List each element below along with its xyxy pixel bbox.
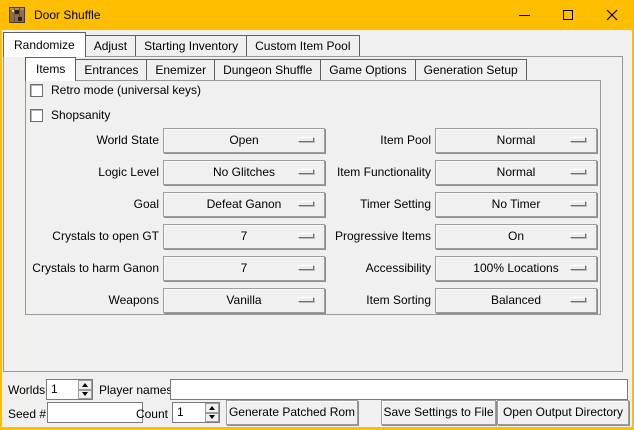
dropdown-indicator-icon <box>570 201 586 206</box>
arrow-down-icon <box>82 392 88 396</box>
tab-label: Randomize <box>14 38 75 52</box>
retro-mode-checkbox-row[interactable]: Retro mode (universal keys) <box>30 83 201 97</box>
minimize-icon <box>519 15 530 16</box>
seed-input[interactable] <box>47 402 143 423</box>
subtab-enemizer[interactable]: Enemizer <box>146 59 215 80</box>
count-spin-down-button[interactable] <box>205 413 219 423</box>
door-shuffle-window: Door Shuffle Randomize Adjust Starting I… <box>0 0 634 430</box>
progressive-items-dropdown[interactable]: On <box>435 224 597 249</box>
tab-label: Custom Item Pool <box>255 39 350 53</box>
dropdown-indicator-icon <box>570 297 586 302</box>
subtab-generation-setup[interactable]: Generation Setup <box>415 59 527 80</box>
world-state-label: World State <box>12 128 159 153</box>
maximize-button[interactable] <box>546 0 590 30</box>
close-icon <box>606 9 618 21</box>
maximize-icon <box>563 10 573 20</box>
count-spin-up-button[interactable] <box>205 403 219 413</box>
player-names-label: Player names <box>99 383 172 397</box>
item-pool-dropdown[interactable]: Normal <box>435 128 597 153</box>
tab-label: Entrances <box>84 63 138 77</box>
count-spinbox[interactable]: 1 <box>172 402 220 423</box>
worlds-value: 1 <box>51 380 58 399</box>
open-output-directory-button[interactable]: Open Output Directory <box>497 400 629 425</box>
dropdown-indicator-icon <box>570 169 586 174</box>
retro-mode-checkbox[interactable] <box>30 84 43 97</box>
tab-label: Dungeon Shuffle <box>223 63 312 77</box>
worlds-label: Worlds <box>8 383 45 397</box>
worlds-spin-buttons <box>78 380 92 399</box>
item-functionality-label: Item Functionality <box>300 160 431 185</box>
arrow-up-icon <box>82 383 88 387</box>
tab-adjust[interactable]: Adjust <box>85 35 136 56</box>
sub-tab-bar: Items Entrances Enemizer Dungeon Shuffle… <box>25 57 526 80</box>
shopsanity-checkbox-row[interactable]: Shopsanity <box>30 108 110 122</box>
tab-label: Game Options <box>329 63 406 77</box>
accessibility-label: Accessibility <box>300 256 431 281</box>
item-functionality-dropdown[interactable]: Normal <box>435 160 597 185</box>
window-controls <box>502 0 634 30</box>
close-button[interactable] <box>590 0 634 30</box>
main-tab-bar: Randomize Adjust Starting Inventory Cust… <box>3 32 359 56</box>
arrow-down-icon <box>209 415 215 419</box>
window-border <box>0 30 2 430</box>
tab-label: Items <box>36 62 65 76</box>
goal-label: Goal <box>12 192 159 217</box>
worlds-spinbox[interactable]: 1 <box>46 379 93 400</box>
tab-label: Generation Setup <box>424 63 518 77</box>
minimize-button[interactable] <box>502 0 546 30</box>
worlds-spin-up-button[interactable] <box>78 380 92 390</box>
count-label: Count <box>135 407 168 421</box>
weapons-label: Weapons <box>12 288 159 313</box>
crystals-harm-ganon-label: Crystals to harm Ganon <box>12 256 159 281</box>
item-sorting-label: Item Sorting <box>300 288 431 313</box>
arrow-up-icon <box>209 406 215 410</box>
shopsanity-label: Shopsanity <box>51 109 110 122</box>
subtab-entrances[interactable]: Entrances <box>75 59 147 80</box>
subtab-dungeon-shuffle[interactable]: Dungeon Shuffle <box>214 59 321 80</box>
tab-custom-item-pool[interactable]: Custom Item Pool <box>246 35 359 56</box>
tab-randomize[interactable]: Randomize <box>3 32 86 57</box>
seed-label: Seed # <box>8 407 46 421</box>
timer-setting-label: Timer Setting <box>300 192 431 217</box>
door-icon <box>9 7 25 23</box>
timer-setting-dropdown[interactable]: No Timer <box>435 192 597 217</box>
subtab-items[interactable]: Items <box>25 57 76 81</box>
logic-level-label: Logic Level <box>12 160 159 185</box>
save-settings-button[interactable]: Save Settings to File <box>381 400 496 425</box>
dropdown-indicator-icon <box>570 265 586 270</box>
accessibility-dropdown[interactable]: 100% Locations <box>435 256 597 281</box>
tab-label: Starting Inventory <box>144 39 238 53</box>
tab-starting-inventory[interactable]: Starting Inventory <box>135 35 247 56</box>
dropdown-indicator-icon <box>570 137 586 142</box>
tab-label: Adjust <box>94 39 127 53</box>
count-spin-buttons <box>205 403 219 422</box>
window-title: Door Shuffle <box>34 8 101 22</box>
tab-label: Enemizer <box>155 63 206 77</box>
generate-patched-rom-button[interactable]: Generate Patched Rom <box>226 400 358 425</box>
item-sorting-dropdown[interactable]: Balanced <box>435 288 597 313</box>
shopsanity-checkbox[interactable] <box>30 109 43 122</box>
crystals-open-gt-label: Crystals to open GT <box>12 224 159 249</box>
worlds-spin-down-button[interactable] <box>78 390 92 400</box>
progressive-items-label: Progressive Items <box>300 224 431 249</box>
player-names-input[interactable] <box>170 379 628 400</box>
subtab-game-options[interactable]: Game Options <box>320 59 415 80</box>
count-value: 1 <box>177 403 184 422</box>
dropdown-indicator-icon <box>570 233 586 238</box>
titlebar[interactable]: Door Shuffle <box>0 0 634 30</box>
item-pool-label: Item Pool <box>300 128 431 153</box>
retro-mode-label: Retro mode (universal keys) <box>51 84 201 97</box>
